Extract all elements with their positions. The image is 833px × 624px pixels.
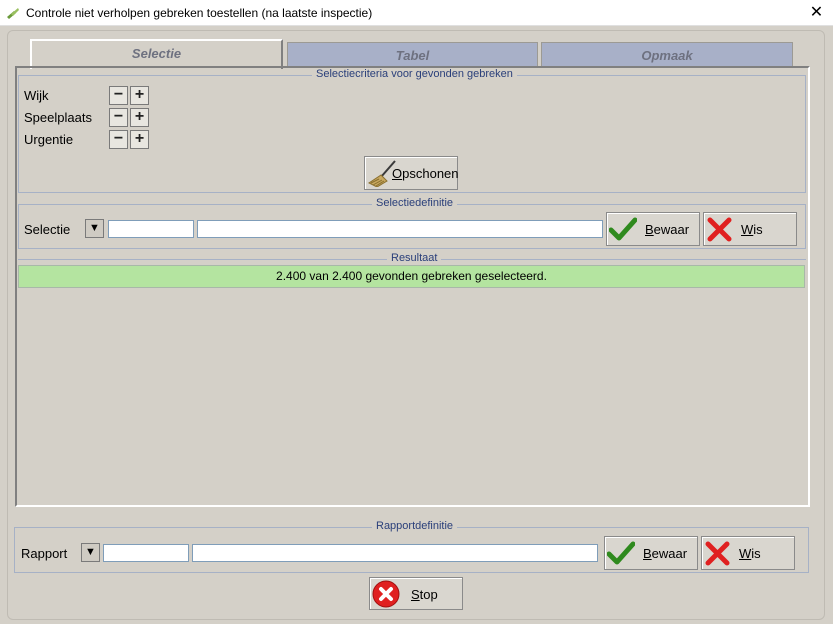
- rapport-code-input[interactable]: [103, 544, 189, 562]
- selectie-name-input[interactable]: [197, 220, 603, 238]
- rapport-dropdown-button[interactable]: ▼: [81, 543, 100, 562]
- selectie-bewaar-button[interactable]: Bewaar: [606, 212, 700, 246]
- selectie-wis-label: is: [753, 222, 763, 237]
- rapport-wis-mnemonic: W: [739, 546, 752, 561]
- wijk-plus-button[interactable]: +: [130, 86, 149, 105]
- result-bar: 2.400 van 2.400 gevonden gebreken gesele…: [18, 265, 805, 288]
- criteria-legend: Selectiecriteria voor gevonden gebreken: [312, 68, 517, 80]
- selectie-bewaar-mnemonic: B: [645, 222, 654, 237]
- selectie-label: Selectie: [24, 222, 71, 237]
- rapport-bewaar-button[interactable]: Bewaar: [604, 536, 698, 570]
- resultaat-legend: Resultaat: [387, 252, 442, 264]
- opschonen-button[interactable]: Opschonen: [364, 156, 459, 190]
- opschonen-mnemonic: O: [392, 166, 403, 181]
- rapport-label: Rapport: [21, 546, 68, 561]
- close-button[interactable]: ✕: [800, 0, 833, 26]
- rapport-bewaar-mnemonic: B: [643, 546, 652, 561]
- selectie-code-input[interactable]: [108, 220, 194, 238]
- window-title: Controle niet verholpen gebreken toestel…: [26, 6, 373, 20]
- tab-tabel[interactable]: Tabel: [287, 42, 538, 68]
- delete-x-icon: [707, 217, 732, 242]
- delete-x-icon: [705, 541, 730, 566]
- tab-opmaak[interactable]: Opmaak: [541, 42, 793, 68]
- rapport-name-input[interactable]: [192, 544, 598, 562]
- selectie-wis-button[interactable]: Wis: [703, 212, 797, 246]
- checkmark-icon: [607, 541, 635, 565]
- urgentie-minus-button[interactable]: −: [109, 130, 128, 149]
- wijk-minus-button[interactable]: −: [109, 86, 128, 105]
- result-text: 2.400 van 2.400 gevonden gebreken gesele…: [276, 269, 547, 283]
- selectie-bewaar-label: ewaar: [653, 222, 690, 237]
- rapportdef-legend: Rapportdefinitie: [372, 520, 458, 532]
- rapport-bewaar-label: ewaar: [651, 546, 688, 561]
- title-bar: Controle niet verholpen gebreken toestel…: [0, 0, 833, 26]
- urgentie-plus-button[interactable]: +: [130, 130, 149, 149]
- criteria-label-urgentie: Urgentie: [24, 132, 74, 147]
- stop-mnemonic: S: [411, 587, 420, 602]
- criteria-label-speelplaats: Speelplaats: [24, 110, 92, 125]
- stop-label: top: [419, 587, 438, 602]
- opschonen-label: pschonen: [402, 166, 459, 181]
- selectie-wis-mnemonic: W: [741, 222, 754, 237]
- rapport-wis-button[interactable]: Wis: [701, 536, 795, 570]
- resultaat-group: [18, 259, 806, 505]
- tab-selectie[interactable]: Selectie: [30, 39, 283, 69]
- rapport-wis-label: is: [751, 546, 761, 561]
- selectie-dropdown-button[interactable]: ▼: [85, 219, 104, 238]
- criteria-label-wijk: Wijk: [24, 88, 49, 103]
- speelplaats-plus-button[interactable]: +: [130, 108, 149, 127]
- stop-icon: [372, 580, 400, 608]
- app-icon: [7, 8, 19, 19]
- selectiedef-legend: Selectiedefinitie: [372, 197, 458, 209]
- speelplaats-minus-button[interactable]: −: [109, 108, 128, 127]
- checkmark-icon: [609, 217, 637, 241]
- stop-button[interactable]: Stop: [369, 577, 463, 610]
